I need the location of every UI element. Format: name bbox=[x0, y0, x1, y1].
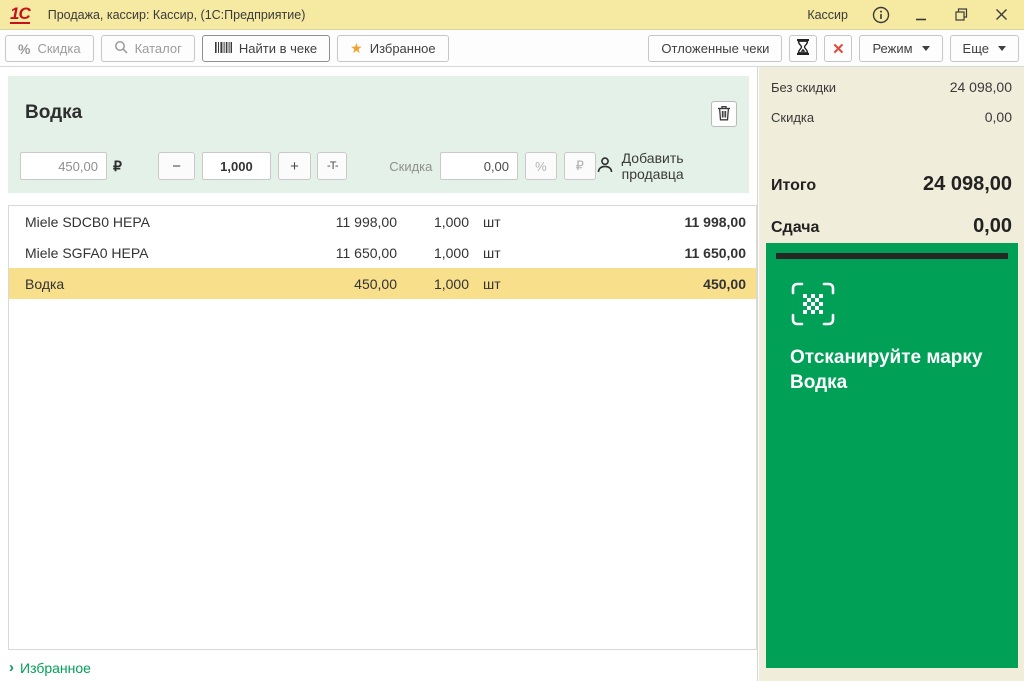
quantity-input[interactable]: 1,000 bbox=[202, 152, 271, 180]
current-item-panel: Водка 450,00 ₽ − 1,000 + -T- Скидка 0,00… bbox=[8, 76, 749, 193]
item-quantity: 1,000 bbox=[433, 275, 469, 292]
window-title: Продажа, кассир: Кассир, (1С:Предприятие… bbox=[47, 7, 306, 22]
item-price: 11 998,00 bbox=[335, 213, 397, 230]
find-in-receipt-label: Найти в чеке bbox=[238, 41, 318, 56]
chevron-down-icon bbox=[921, 46, 930, 51]
item-quantity: 1,000 bbox=[433, 244, 469, 261]
delete-item-button[interactable] bbox=[711, 101, 737, 127]
app-window: 1С Продажа, кассир: Кассир, (1С:Предприя… bbox=[0, 0, 1024, 681]
discount-button[interactable]: % Скидка bbox=[5, 35, 94, 62]
scan-progress-bar bbox=[776, 253, 1008, 259]
info-icon[interactable] bbox=[868, 4, 894, 26]
no-discount-row: Без скидки 24 098,00 bbox=[771, 79, 1012, 109]
currency-label: ₽ bbox=[112, 157, 122, 174]
find-in-receipt-button[interactable]: Найти в чеке bbox=[201, 35, 331, 62]
barcode-icon bbox=[214, 41, 232, 57]
receipt-row[interactable]: Водка 450,00 1,000 шт 450,00 bbox=[9, 268, 756, 299]
trash-icon bbox=[717, 105, 731, 124]
price-input[interactable]: 450,00 bbox=[20, 152, 107, 180]
item-total: 450,00 bbox=[703, 275, 746, 292]
person-icon bbox=[596, 156, 614, 177]
no-discount-value: 24 098,00 bbox=[949, 79, 1012, 95]
more-button-label: Еще bbox=[962, 41, 989, 56]
minimize-button[interactable] bbox=[908, 4, 934, 26]
item-unit: шт bbox=[483, 275, 501, 292]
item-controls: 450,00 ₽ − 1,000 + -T- Скидка 0,00 % ₽ Д… bbox=[20, 150, 739, 182]
main-area: Водка 450,00 ₽ − 1,000 + -T- Скидка 0,00… bbox=[0, 67, 758, 681]
add-seller-button[interactable]: Добавить продавца bbox=[596, 150, 739, 182]
search-icon bbox=[114, 40, 128, 57]
discount-button-label: Скидка bbox=[37, 41, 81, 56]
quantity-increase-button[interactable]: + bbox=[277, 152, 312, 180]
item-price: 450,00 bbox=[354, 275, 397, 292]
discount-input[interactable]: 0,00 bbox=[440, 152, 519, 180]
deferred-receipts-label: Отложенные чеки bbox=[661, 41, 770, 56]
item-name: Водка bbox=[25, 275, 65, 292]
catalog-button-label: Каталог bbox=[134, 41, 182, 56]
hourglass-button[interactable] bbox=[789, 35, 818, 62]
mode-button-label: Режим bbox=[872, 41, 913, 56]
receipt-table: Miele SDCB0 HEPA 11 998,00 1,000 шт 11 9… bbox=[8, 205, 757, 650]
discount-label: Скидка bbox=[389, 158, 433, 174]
favorites-expander[interactable]: › Избранное bbox=[9, 659, 91, 676]
favorites-button-label: Избранное bbox=[369, 41, 436, 56]
change-value: 0,00 bbox=[973, 215, 1012, 237]
favorites-expander-label: Избранное bbox=[20, 659, 91, 676]
star-icon: ★ bbox=[350, 40, 363, 56]
1c-logo-icon: 1С bbox=[10, 3, 31, 25]
favorites-button[interactable]: ★ Избранное bbox=[337, 35, 449, 62]
receipt-row[interactable]: Miele SGFA0 HEPA 11 650,00 1,000 шт 11 6… bbox=[9, 237, 756, 268]
close-button[interactable] bbox=[988, 4, 1014, 26]
total-value: 24 098,00 bbox=[923, 173, 1012, 195]
discount-percent-button[interactable]: % bbox=[525, 152, 557, 180]
mode-button[interactable]: Режим bbox=[859, 35, 943, 62]
add-seller-label: Добавить продавца bbox=[621, 150, 684, 182]
discount-ruble-button[interactable]: ₽ bbox=[563, 152, 596, 180]
deferred-receipts-button[interactable]: Отложенные чеки bbox=[648, 35, 783, 62]
discount-total-value: 0,00 bbox=[984, 109, 1012, 125]
item-quantity: 1,000 bbox=[433, 213, 469, 230]
cancel-receipt-button[interactable]: ✕ bbox=[824, 35, 853, 62]
no-discount-label: Без скидки bbox=[771, 80, 837, 95]
restore-button[interactable] bbox=[948, 4, 974, 26]
chevron-down-icon bbox=[998, 46, 1006, 51]
catalog-button[interactable]: Каталог bbox=[100, 35, 195, 62]
item-unit: шт bbox=[483, 213, 501, 230]
more-button[interactable]: Еще bbox=[949, 35, 1019, 62]
hourglass-icon bbox=[796, 39, 810, 58]
discount-total-label: Скидка bbox=[771, 110, 815, 125]
item-total: 11 650,00 bbox=[684, 244, 746, 261]
total-label: Итого bbox=[771, 177, 817, 194]
percent-icon: % bbox=[18, 40, 31, 57]
item-price: 11 650,00 bbox=[335, 244, 397, 261]
datamatrix-scan-icon bbox=[790, 281, 836, 332]
discount-row: Скидка 0,00 bbox=[771, 109, 1012, 139]
change-label: Сдача bbox=[771, 219, 820, 236]
titlebar: 1С Продажа, кассир: Кассир, (1С:Предприя… bbox=[0, 0, 1024, 30]
toolbar: % Скидка Каталог Найти в чеке ★ Избранно… bbox=[0, 31, 1024, 67]
item-name: Miele SGFA0 HEPA bbox=[25, 244, 149, 261]
quantity-decrease-button[interactable]: − bbox=[157, 152, 196, 180]
total-row: Итого 24 098,00 bbox=[771, 173, 1012, 213]
item-name: Miele SDCB0 HEPA bbox=[25, 213, 151, 230]
scan-mark-panel: Отсканируйте марку Водка bbox=[766, 243, 1018, 668]
totals-panel: Без скидки 24 098,00 Скидка 0,00 Итого 2… bbox=[759, 67, 1024, 681]
chevron-right-icon: › bbox=[9, 659, 14, 676]
current-item-title: Водка bbox=[25, 102, 83, 123]
receipt-row[interactable]: Miele SDCB0 HEPA 11 998,00 1,000 шт 11 9… bbox=[9, 206, 756, 237]
item-unit: шт bbox=[483, 244, 501, 261]
quantity-edit-button[interactable]: -T- bbox=[317, 152, 348, 180]
red-x-icon: ✕ bbox=[832, 40, 845, 58]
scan-instruction-text: Отсканируйте марку Водка bbox=[790, 347, 983, 393]
user-label: Кассир bbox=[807, 7, 848, 22]
item-total: 11 998,00 bbox=[684, 213, 746, 230]
